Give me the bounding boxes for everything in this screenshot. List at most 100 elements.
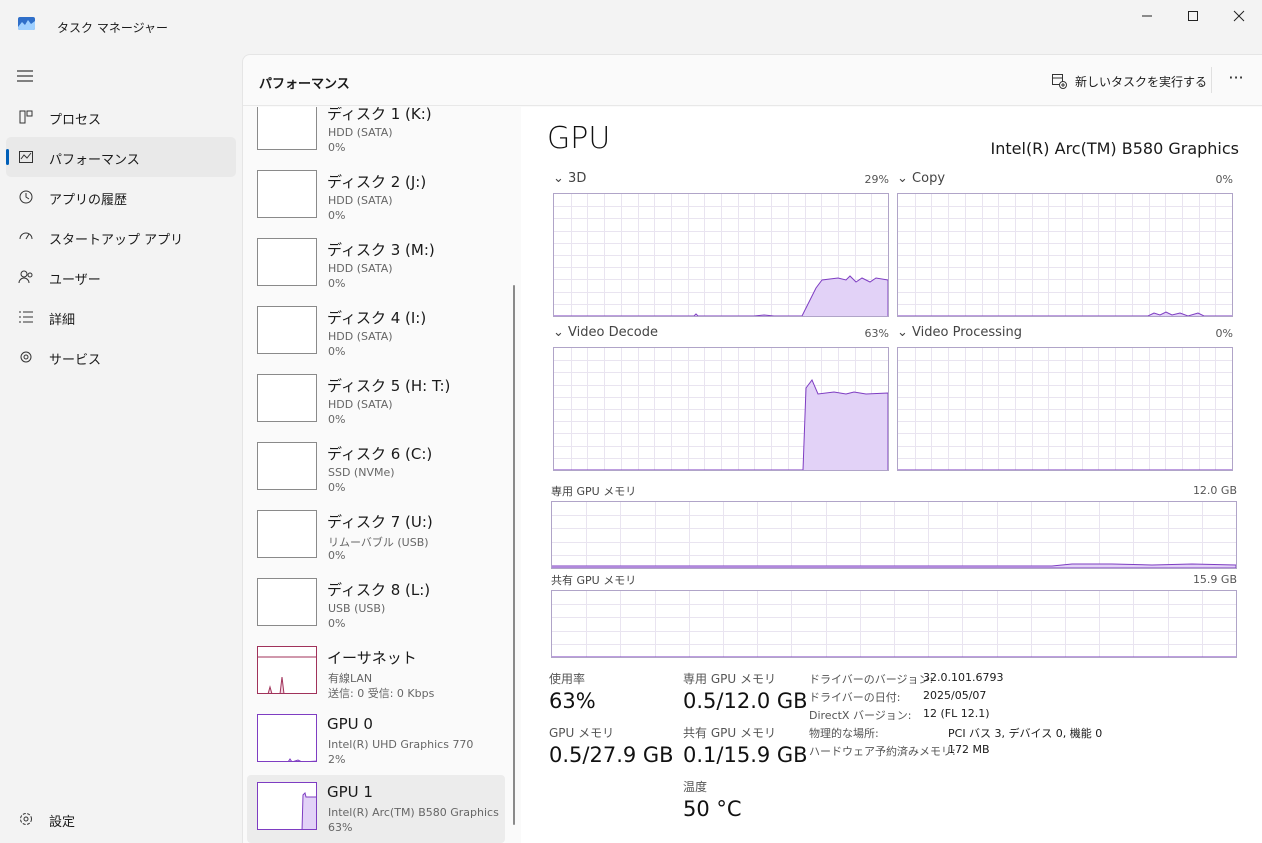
chevron-down-icon: ⌄: [897, 325, 908, 340]
engine-label: Copy: [912, 171, 946, 186]
engine-percent: 63%: [864, 327, 889, 340]
sidebar-item-label: ユーザー: [49, 273, 101, 288]
item-value: 0%: [328, 413, 346, 426]
list-item-disk-8[interactable]: ディスク 8 (L:) USB (USB) 0%: [247, 571, 505, 639]
list-item-gpu-1[interactable]: GPU 1 Intel(R) Arc(TM) B580 Graphics 63%: [247, 775, 505, 843]
directx-version-key: DirectX バージョン:: [809, 709, 912, 722]
list-item-disk-3[interactable]: ディスク 3 (M:) HDD (SATA) 0%: [247, 231, 505, 299]
disk-thumbnail: [257, 238, 317, 286]
run-new-task-button[interactable]: 新しいタスクを実行する: [1051, 69, 1207, 93]
detail-title: GPU: [547, 121, 611, 156]
sidebar-item-label: サービス: [49, 353, 102, 368]
disk-thumbnail: [257, 510, 317, 558]
item-sub: HDD (SATA): [328, 330, 393, 343]
reserved-memory-value: 172 MB: [948, 743, 990, 756]
more-options-button[interactable]: ···: [1225, 69, 1247, 91]
gpu-memory-label: GPU メモリ: [549, 726, 615, 740]
item-value: 0%: [328, 209, 346, 222]
disk-thumbnail: [257, 578, 317, 626]
sidebar-item-app-history[interactable]: アプリの履歴: [6, 177, 236, 217]
item-sub: HDD (SATA): [328, 126, 393, 139]
settings-button[interactable]: 設定: [6, 799, 236, 839]
list-item-disk-7[interactable]: ディスク 7 (U:) リムーバブル (USB) 0%: [247, 503, 505, 571]
sidebar-item-processes[interactable]: プロセス: [6, 97, 236, 137]
close-button[interactable]: [1216, 0, 1262, 32]
graph-gridlines: [898, 348, 1232, 470]
graph-gridlines: [552, 502, 1236, 568]
item-name: ディスク 7 (U:): [327, 513, 433, 531]
gear-icon: [18, 811, 34, 827]
item-sub: HDD (SATA): [328, 194, 393, 207]
directx-version-value: 12 (FL 12.1): [923, 707, 990, 720]
engine-video-processing-selector[interactable]: ⌄ Video Processing: [897, 325, 1022, 340]
list-item-gpu-0[interactable]: GPU 0 Intel(R) UHD Graphics 770 2%: [247, 707, 505, 775]
engine-3d-graph: [553, 193, 889, 317]
item-value: 0%: [328, 141, 346, 154]
shared-memory-label: 共有 GPU メモリ: [551, 574, 637, 587]
engine-video-decode-graph: [553, 347, 889, 471]
item-sub: HDD (SATA): [328, 262, 393, 275]
list-item-disk-5[interactable]: ディスク 5 (H: T:) HDD (SATA) 0%: [247, 367, 505, 435]
close-icon: [1233, 10, 1245, 22]
gpu-0-sparkline: [288, 758, 316, 761]
run-new-task-label: 新しいタスクを実行する: [1075, 74, 1208, 89]
list-item-disk-2[interactable]: ディスク 2 (J:) HDD (SATA) 0%: [247, 163, 505, 231]
item-sub: USB (USB): [328, 602, 386, 615]
item-value: 0%: [328, 481, 346, 494]
maximize-button[interactable]: [1170, 0, 1216, 32]
engine-label: Video Decode: [568, 325, 658, 340]
list-item-disk-1[interactable]: ディスク 1 (K:) HDD (SATA) 0%: [247, 107, 505, 163]
engine-3d-selector[interactable]: ⌄ 3D: [553, 171, 586, 186]
dedicated-memory-stat-value: 0.5/12.0 GB: [683, 689, 808, 713]
sidebar-item-details[interactable]: 詳細: [6, 297, 236, 337]
disk-thumbnail: [257, 170, 317, 218]
temperature-label: 温度: [683, 780, 708, 794]
list-item-ethernet[interactable]: イーサネット 有線LAN 送信: 0 受信: 0 Kbps: [247, 639, 505, 707]
engine-percent: 0%: [1215, 173, 1233, 186]
sidebar-item-services[interactable]: サービス: [6, 337, 236, 377]
gpu-detail-panel: GPU Intel(R) Arc(TM) B580 Graphics ⌄ 3D …: [521, 107, 1262, 843]
page-header: パフォーマンス 新しいタスクを実行する ···: [243, 55, 1262, 106]
item-sub: リムーバブル (USB): [328, 536, 429, 549]
item-value: 63%: [328, 821, 353, 834]
shared-memory-max: 15.9 GB: [1192, 573, 1237, 586]
main-panel: パフォーマンス 新しいタスクを実行する ··· ディスク 1 (K:) HDD …: [242, 54, 1262, 843]
item-name: イーサネット: [327, 649, 417, 667]
minimize-button[interactable]: [1124, 0, 1170, 32]
chevron-down-icon: ⌄: [897, 171, 908, 186]
shared-memory-stat-value: 0.1/15.9 GB: [683, 743, 808, 767]
ethernet-thumbnail: [257, 646, 317, 694]
list-item-disk-6[interactable]: ディスク 6 (C:) SSD (NVMe) 0%: [247, 435, 505, 503]
disk-thumbnail: [257, 374, 317, 422]
shared-memory-stat-label: 共有 GPU メモリ: [683, 726, 776, 740]
item-value: 0%: [328, 345, 346, 358]
gpu-1-thumbnail: [257, 782, 317, 830]
details-icon: [18, 309, 34, 325]
nav-toggle-button[interactable]: [16, 69, 34, 83]
sidebar-item-label: パフォーマンス: [49, 153, 140, 168]
chevron-down-icon: ⌄: [553, 171, 564, 186]
engine-copy-selector[interactable]: ⌄ Copy: [897, 171, 945, 186]
item-name: ディスク 8 (L:): [327, 581, 431, 599]
item-name: ディスク 3 (M:): [327, 241, 435, 259]
graph-svg: [554, 194, 888, 316]
item-name: ディスク 5 (H: T:): [327, 377, 451, 395]
graph-svg: [898, 194, 1232, 316]
list-item-disk-4[interactable]: ディスク 4 (I:) HDD (SATA) 0%: [247, 299, 505, 367]
dedicated-memory-stat-label: 専用 GPU メモリ: [683, 672, 776, 686]
disk-thumbnail: [257, 306, 317, 354]
engine-video-decode-selector[interactable]: ⌄ Video Decode: [553, 325, 658, 340]
sidebar-item-startup[interactable]: スタートアップ アプリ: [6, 217, 236, 257]
engine-label: 3D: [568, 171, 587, 186]
sidebar-item-performance[interactable]: パフォーマンス: [6, 137, 236, 177]
list-scrollbar[interactable]: [513, 285, 515, 825]
ethernet-sparkline: [258, 656, 316, 693]
sidebar-item-users[interactable]: ユーザー: [6, 257, 236, 297]
resource-list[interactable]: ディスク 1 (K:) HDD (SATA) 0% ディスク 2 (J:) HD…: [243, 107, 513, 843]
gpu-0-thumbnail: [257, 714, 317, 762]
chevron-down-icon: ⌄: [553, 325, 564, 340]
sidebar-item-label: プロセス: [49, 113, 102, 128]
item-name: ディスク 6 (C:): [327, 445, 433, 463]
driver-version-value: 32.0.101.6793: [923, 671, 1004, 684]
disk-thumbnail: [257, 442, 317, 490]
